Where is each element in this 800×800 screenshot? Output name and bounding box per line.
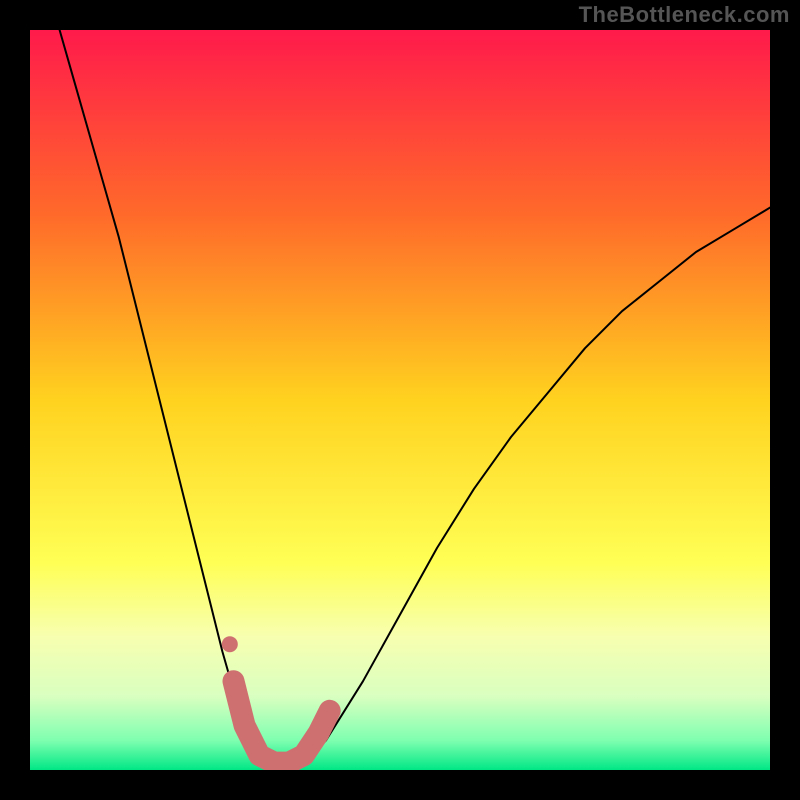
plot-area xyxy=(30,30,770,770)
chart-stage: TheBottleneck.com xyxy=(0,0,800,800)
gradient-background xyxy=(30,30,770,770)
watermark-text: TheBottleneck.com xyxy=(579,2,790,28)
highlight-dot xyxy=(222,636,238,652)
chart-svg xyxy=(30,30,770,770)
